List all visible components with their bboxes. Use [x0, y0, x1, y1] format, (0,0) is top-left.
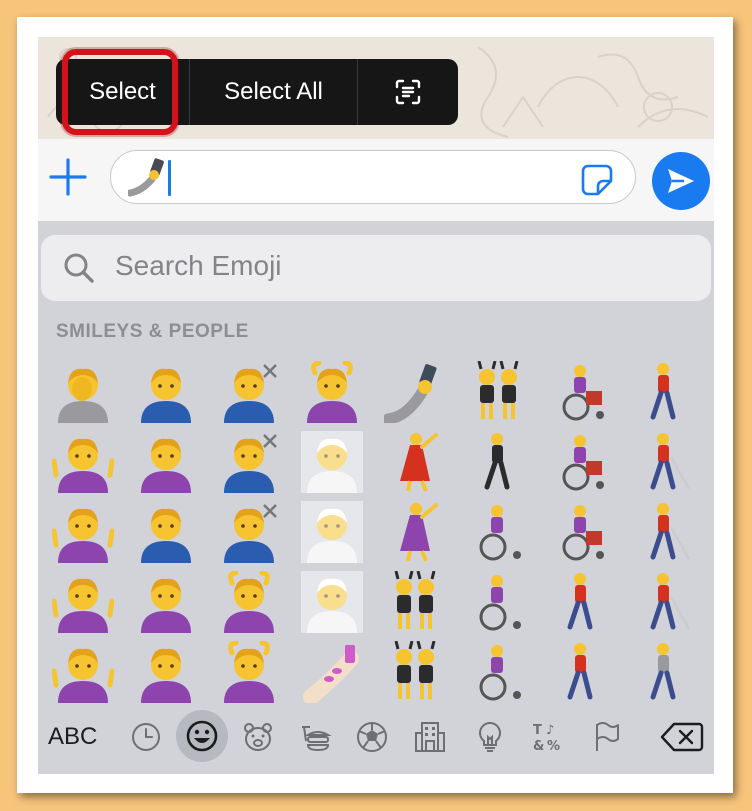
emoji-woman-in-steam[interactable]	[292, 497, 372, 567]
phone-screen: Select Select All Search Emoji SMILEYS &…	[38, 37, 714, 774]
buildings-icon[interactable]	[412, 719, 448, 755]
emoji-man-getting-massage-2[interactable]	[209, 637, 289, 707]
emoji-man-haircut[interactable]	[209, 427, 289, 497]
emoji-levitating-man[interactable]	[458, 427, 538, 497]
emoji-bunny-ears-women[interactable]	[458, 357, 538, 427]
food-icon[interactable]	[296, 719, 332, 755]
abc-key[interactable]: ABC	[48, 723, 97, 751]
svg-text:%: %	[547, 739, 560, 754]
soccer-ball-icon[interactable]	[354, 719, 390, 755]
emoji-person-walking[interactable]	[624, 357, 704, 427]
backspace-icon[interactable]	[660, 719, 704, 755]
emoji-woman-shrugging[interactable]	[43, 637, 123, 707]
emoji-man-getting-massage[interactable]	[292, 357, 372, 427]
emoji-man-motorized-wheelchair[interactable]	[541, 427, 621, 497]
emoji-man-shrugging-blue[interactable]	[43, 567, 123, 637]
emoji-selfie[interactable]	[375, 357, 455, 427]
emoji-man-with-cane[interactable]	[624, 497, 704, 567]
emoji-man-dancing[interactable]	[375, 497, 455, 567]
search-icon	[64, 253, 94, 283]
smiley-icon[interactable]	[184, 718, 220, 754]
emoji-woman-with-cane[interactable]	[624, 427, 704, 497]
emoji-man-gesturing[interactable]	[126, 357, 206, 427]
text-scan-icon	[395, 79, 421, 105]
emoji-person-motorized-wheelchair[interactable]	[541, 497, 621, 567]
svg-text:♪: ♪	[546, 723, 554, 738]
emoji-bunny-ears-people[interactable]	[375, 567, 455, 637]
emoji-woman-motorized-wheelchair[interactable]	[541, 357, 621, 427]
send-button[interactable]	[652, 152, 710, 210]
text-cursor	[168, 160, 171, 196]
emoji-grid	[38, 357, 714, 703]
search-placeholder: Search Emoji	[115, 250, 282, 281]
plus-icon[interactable]	[48, 157, 88, 197]
emoji-person-in-steam[interactable]	[292, 427, 372, 497]
emoji-face-palm[interactable]	[43, 357, 123, 427]
emoji-woman-walking[interactable]	[541, 567, 621, 637]
emoji-person-shrugging[interactable]	[43, 427, 123, 497]
lightbulb-icon[interactable]	[472, 719, 508, 755]
emoji-man-in-steam[interactable]	[292, 567, 372, 637]
emoji-bunny-ears-men[interactable]	[375, 637, 455, 707]
emoji-woman-manual-wheelchair[interactable]	[458, 497, 538, 567]
sticker-icon[interactable]	[580, 163, 614, 197]
symbols-icon[interactable]: T ♪ &%	[530, 719, 566, 755]
svg-text:&: &	[533, 739, 544, 754]
emoji-person-frowning[interactable]	[126, 567, 206, 637]
svg-text:T: T	[533, 723, 542, 738]
emoji-section-title: SMILEYS & PEOPLE	[56, 321, 249, 342]
flag-icon[interactable]	[588, 719, 624, 755]
emoji-search-bar[interactable]: Search Emoji	[41, 235, 711, 301]
emoji-person-manual-wheelchair[interactable]	[458, 637, 538, 707]
selfie-emoji-in-field	[128, 158, 164, 197]
select-all-menu-item[interactable]: Select All	[190, 59, 358, 125]
emoji-nail-polish[interactable]	[292, 637, 372, 707]
emoji-man-haircut-2[interactable]	[209, 497, 289, 567]
emoji-man-frowning[interactable]	[126, 637, 206, 707]
scan-text-menu-item[interactable]	[358, 59, 458, 125]
emoji-woman-haircut[interactable]	[209, 357, 289, 427]
emoji-man-shrugging[interactable]	[43, 497, 123, 567]
emoji-woman-gesturing[interactable]	[126, 497, 206, 567]
emoji-man-walking[interactable]	[541, 637, 621, 707]
emoji-person-with-cane[interactable]	[624, 567, 704, 637]
select-highlight-box	[62, 49, 178, 135]
recent-clock-icon[interactable]	[128, 719, 164, 755]
message-text-field[interactable]	[110, 150, 636, 204]
emoji-woman-dancing[interactable]	[375, 427, 455, 497]
emoji-keyboard-toolbar: ABC T ♪ & %	[38, 705, 714, 765]
emoji-woman-kneeling[interactable]	[624, 637, 704, 707]
emoji-woman-getting-massage[interactable]	[209, 567, 289, 637]
emoji-man-gesturing-ok[interactable]	[126, 427, 206, 497]
send-arrow-icon	[668, 169, 694, 193]
emoji-man-manual-wheelchair[interactable]	[458, 567, 538, 637]
bear-icon[interactable]	[240, 719, 276, 755]
